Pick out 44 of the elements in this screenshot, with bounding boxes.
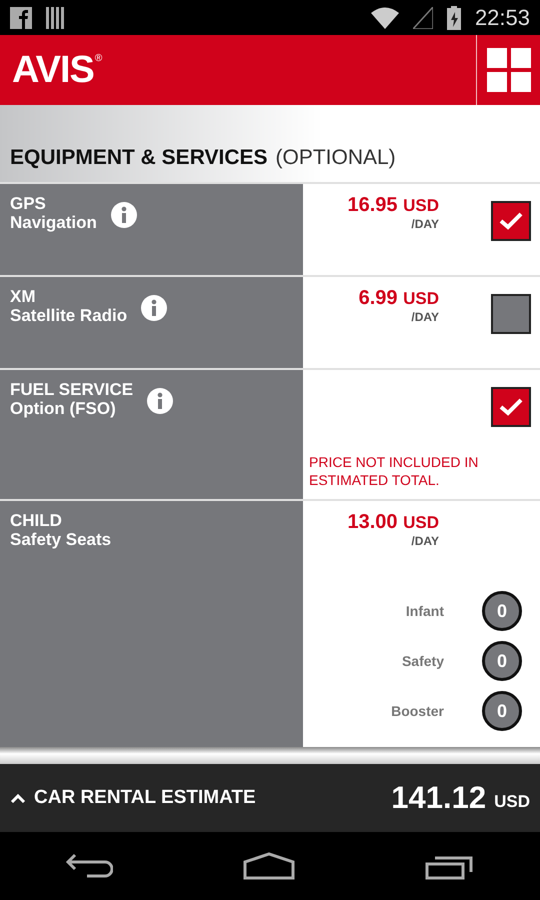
home-button[interactable] <box>243 852 295 880</box>
item-price: 16.95 USD <box>347 194 439 217</box>
back-button[interactable] <box>65 853 113 879</box>
checkbox[interactable] <box>491 294 531 334</box>
info-icon[interactable] <box>147 388 174 414</box>
seat-count[interactable]: 0 <box>482 591 522 631</box>
signal-icon <box>412 6 433 28</box>
price-unit: /DAY <box>411 534 439 548</box>
seat-label: Booster <box>391 703 444 719</box>
check-icon <box>499 212 523 230</box>
price-unit: /DAY <box>411 310 439 324</box>
seat-label: Infant <box>406 603 444 619</box>
barcode-icon <box>46 6 64 28</box>
avis-logo: AVIS$^{®}$ <box>12 48 102 92</box>
facebook-icon <box>10 6 32 28</box>
item-name: CHILD Safety Seats <box>10 511 112 549</box>
checkbox[interactable] <box>491 387 531 427</box>
item-name: FUEL SERVICE Option (FSO) <box>10 380 134 418</box>
battery-icon <box>446 6 461 30</box>
section-subtitle: (OPTIONAL) <box>276 146 396 170</box>
grid-menu-icon <box>486 48 530 92</box>
seat-count[interactable]: 0 <box>482 641 522 681</box>
seat-label: Safety <box>402 653 444 669</box>
estimate-label: CAR RENTAL ESTIMATE <box>34 787 256 809</box>
seat-count[interactable]: 0 <box>482 691 522 731</box>
info-icon[interactable] <box>141 295 168 321</box>
info-icon[interactable] <box>110 202 137 228</box>
estimate-bar[interactable]: CAR RENTAL ESTIMATE 141.12 USD <box>0 764 540 832</box>
price-note: PRICE NOT INCLUDED IN ESTIMATED TOTAL. <box>309 453 480 489</box>
estimate-currency: USD <box>494 792 530 812</box>
section-title: EQUIPMENT & SERVICES <box>10 146 268 170</box>
item-name: GPS Navigation <box>10 194 97 232</box>
back-icon <box>65 853 113 879</box>
item-price: 6.99 USD <box>358 287 439 310</box>
price-unit: /DAY <box>411 217 439 231</box>
estimate-amount: 141.12 <box>391 780 486 816</box>
item-name: XM Satellite Radio <box>10 287 128 325</box>
clock-time: 22:53 <box>474 4 530 30</box>
checkbox[interactable] <box>491 201 531 241</box>
home-icon <box>243 852 295 880</box>
wifi-icon <box>370 6 399 28</box>
check-icon <box>499 398 523 416</box>
item-price: 13.00 USD <box>347 511 439 534</box>
chevron-up-icon <box>10 793 26 803</box>
